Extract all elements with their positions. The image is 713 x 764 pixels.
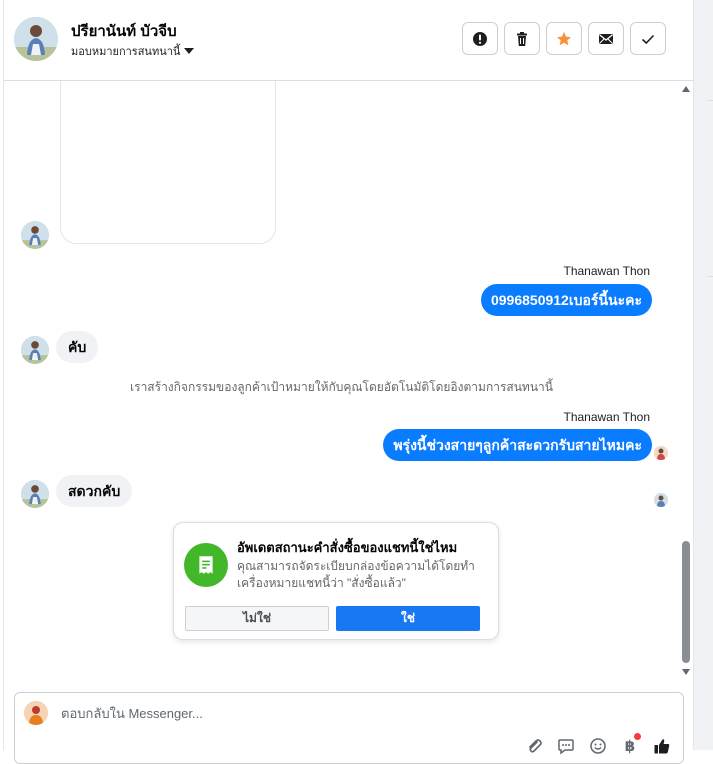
star-icon: [557, 31, 571, 45]
contact-avatar[interactable]: [14, 17, 58, 61]
caret-down-icon: [184, 48, 195, 54]
contact-avatar: [21, 221, 49, 249]
sender-name: Thanawan Thon: [563, 264, 650, 278]
contact-avatar: [21, 480, 49, 508]
saved-replies-icon: [558, 739, 574, 755]
reply-composer: ฿: [14, 692, 684, 764]
emoji-button[interactable]: [587, 736, 609, 756]
yes-button[interactable]: ใช่: [336, 606, 480, 631]
incoming-message[interactable]: สดวกคับ: [56, 475, 133, 507]
message-thread[interactable]: Thanawan Thon 0996850912เบอร์นี้นะคะ คับ…: [4, 81, 693, 685]
like-button[interactable]: [651, 736, 673, 756]
contact-avatar: [21, 336, 49, 364]
incoming-message[interactable]: คับ: [56, 331, 99, 363]
page-avatar: [24, 701, 48, 725]
read-receipt-avatar: [654, 446, 668, 460]
star-button[interactable]: [546, 22, 582, 55]
header-actions: [462, 22, 666, 55]
outgoing-message[interactable]: 0996850912เบอร์นี้นะคะ: [480, 284, 652, 316]
attachment-icon: [529, 739, 542, 753]
panel-divider: [708, 100, 713, 101]
spam-button[interactable]: [462, 22, 498, 55]
system-notice: เราสร้างกิจกรรมของลูกค้าเป้าหมายให้กับคุ…: [130, 380, 553, 394]
contact-name[interactable]: ปรียานันท์ บัวจีบ: [71, 19, 177, 43]
alert-icon: [473, 31, 487, 46]
assign-conversation-dropdown[interactable]: มอบหมายการสนทนานี้: [71, 42, 195, 60]
conversation-header: ปรียานันท์ บัวจีบ มอบหมายการสนทนานี้: [4, 0, 693, 81]
like-icon: [654, 739, 670, 754]
sender-name: Thanawan Thon: [563, 410, 650, 424]
attachment-button[interactable]: [523, 736, 545, 756]
emoji-icon: [590, 738, 606, 754]
receipt-icon: [184, 543, 228, 587]
trash-icon: [517, 31, 527, 46]
conversation-panel: ปรียานันท์ บัวจีบ มอบหมายการสนทนานี้ Tha…: [3, 0, 693, 764]
mark-unread-button[interactable]: [588, 22, 624, 55]
assign-label: มอบหมายการสนทนานี้: [71, 46, 181, 58]
outgoing-message[interactable]: พรุ่งนี้ช่วงสายๆลูกค้าสะดวกรับสายไหมคะ: [383, 429, 652, 461]
payment-icon: ฿: [624, 738, 636, 755]
delete-button[interactable]: [504, 22, 540, 55]
order-status-prompt: อัพเดตสถานะคำสั่งซื้อของแชทนี้ใช่ไหม คุณ…: [173, 522, 499, 640]
thread-scrollbar[interactable]: [679, 81, 693, 685]
order-prompt-title: อัพเดตสถานะคำสั่งซื้อของแชทนี้ใช่ไหม: [237, 540, 458, 555]
envelope-icon: [599, 33, 613, 44]
scroll-up-arrow-icon[interactable]: [682, 86, 690, 92]
scroll-thumb[interactable]: [682, 541, 690, 663]
order-prompt-description: คุณสามารถจัดระเบียบกล่องข้อความได้โดยทำเ…: [237, 559, 475, 590]
panel-divider: [708, 276, 713, 277]
scroll-down-arrow-icon[interactable]: [682, 669, 690, 675]
notification-dot: [634, 733, 641, 740]
right-side-panel: [693, 0, 713, 750]
attachment-preview[interactable]: [60, 81, 276, 244]
seen-avatar: [654, 493, 668, 507]
mark-done-button[interactable]: [630, 22, 666, 55]
saved-replies-button[interactable]: [555, 736, 577, 756]
reply-input[interactable]: [59, 705, 623, 722]
payment-button[interactable]: ฿: [619, 733, 641, 756]
no-button[interactable]: ไม่ใช่: [185, 606, 329, 631]
composer-tools: ฿: [523, 733, 673, 756]
check-icon: [641, 34, 655, 44]
